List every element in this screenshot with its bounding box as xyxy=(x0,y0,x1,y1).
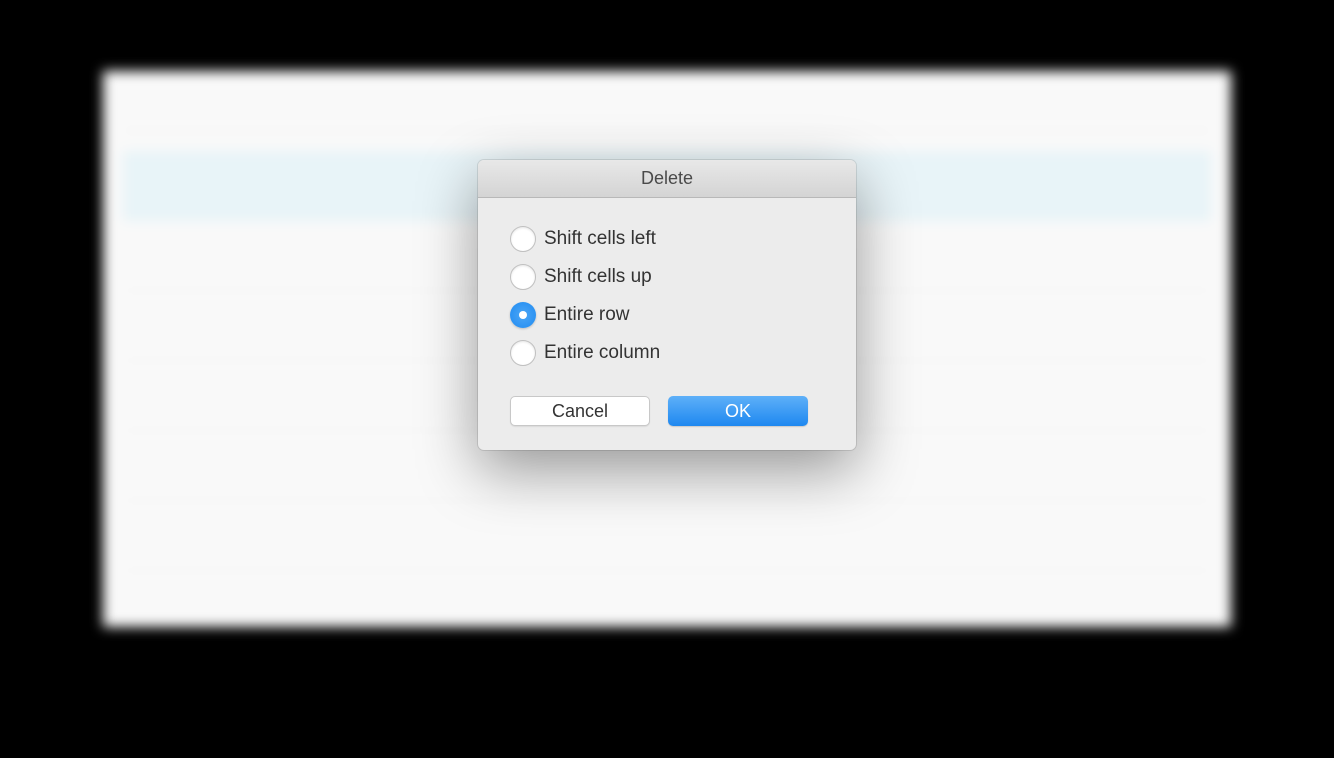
radio-shift-cells-left[interactable]: Shift cells left xyxy=(510,226,824,252)
radio-indicator-selected xyxy=(510,302,536,328)
dialog-overlay: Delete Shift cells left Shift cells up xyxy=(0,0,1334,758)
radio-dot-icon xyxy=(519,311,527,319)
radio-label: Entire column xyxy=(544,342,660,364)
radio-indicator xyxy=(510,226,536,252)
radio-label: Shift cells up xyxy=(544,266,652,288)
cancel-button[interactable]: Cancel xyxy=(510,396,650,426)
dialog-title: Delete xyxy=(478,160,856,198)
radio-entire-column[interactable]: Entire column xyxy=(510,340,824,366)
radio-shift-cells-up[interactable]: Shift cells up xyxy=(510,264,824,290)
delete-dialog: Delete Shift cells left Shift cells up xyxy=(478,160,856,450)
ok-button[interactable]: OK xyxy=(668,396,808,426)
dialog-button-row: Cancel OK xyxy=(510,396,824,426)
radio-indicator xyxy=(510,264,536,290)
delete-options-group: Shift cells left Shift cells up Entire r… xyxy=(510,226,824,366)
radio-indicator xyxy=(510,340,536,366)
radio-label: Shift cells left xyxy=(544,228,656,250)
radio-label: Entire row xyxy=(544,304,630,326)
radio-entire-row[interactable]: Entire row xyxy=(510,302,824,328)
dialog-body: Shift cells left Shift cells up Entire r… xyxy=(478,198,856,450)
